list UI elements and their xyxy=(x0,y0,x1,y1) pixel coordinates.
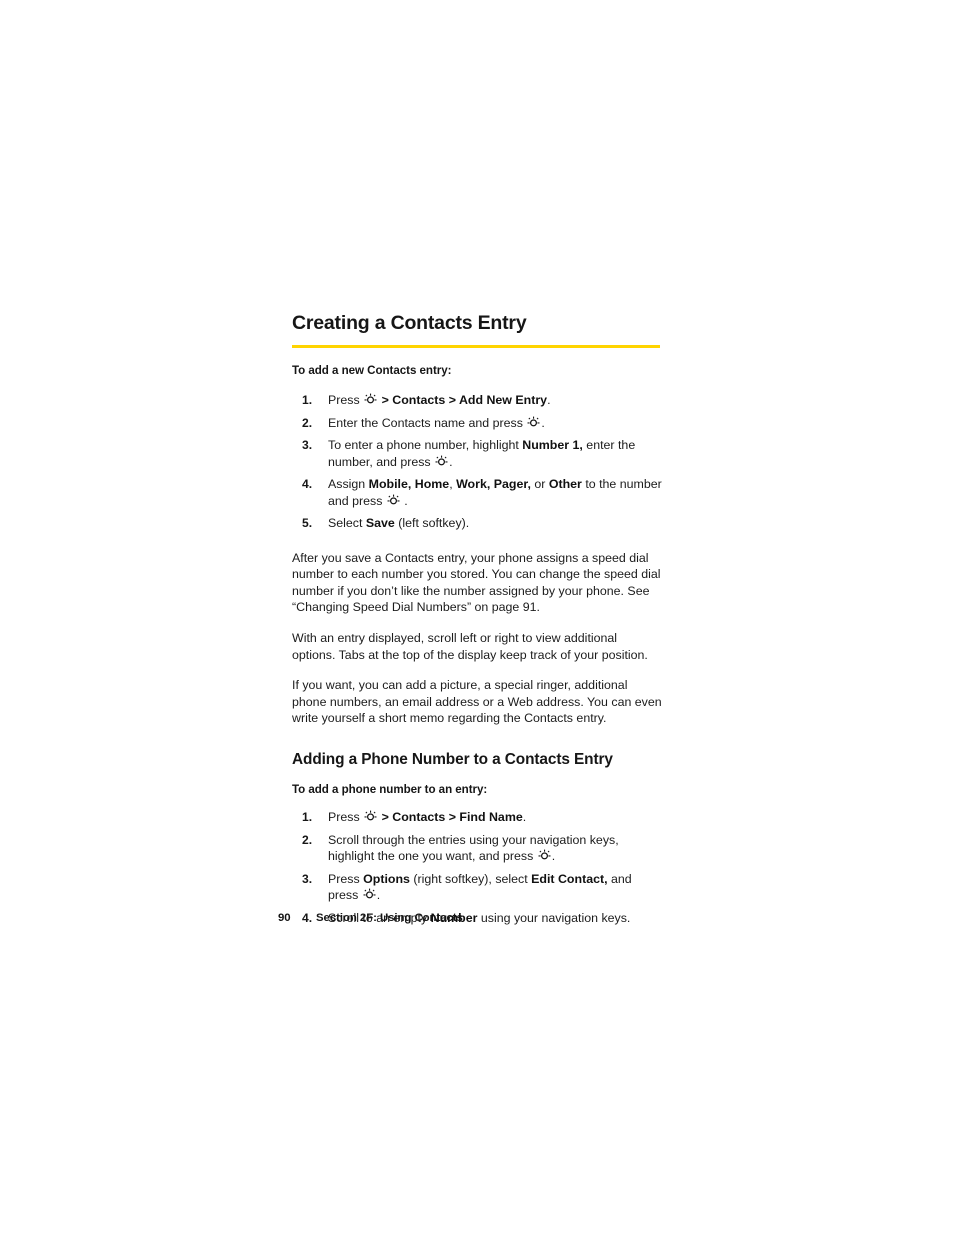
emphasis-term: > xyxy=(445,810,460,825)
ok-key-icon xyxy=(364,393,377,406)
document-page: Creating a Contacts Entry To add a new C… xyxy=(0,0,954,1235)
list-item-text: Assign Mobile, Home, Work, Pager, or Oth… xyxy=(328,477,662,508)
ok-key-icon xyxy=(527,416,540,429)
list-item-number: 2. xyxy=(302,832,313,847)
ok-key-icon xyxy=(387,494,400,507)
emphasis-term: Find Name xyxy=(459,810,523,825)
emphasis-term: > xyxy=(445,393,459,408)
emphasis-term: Other xyxy=(548,477,582,492)
list-item-number: 1. xyxy=(302,810,313,825)
list-item-number: 3. xyxy=(302,871,313,886)
page-title: Creating a Contacts Entry xyxy=(292,312,527,334)
emphasis-term: Contacts xyxy=(392,810,446,825)
section1-lead-in: To add a new Contacts entry: xyxy=(292,364,452,378)
list-item-text: Enter the Contacts name and press . xyxy=(328,415,545,430)
section1-paragraph-3: If you want, you can add a picture, a sp… xyxy=(292,678,662,726)
list-item: 4. Assign Mobile, Home, Work, Pager, or O… xyxy=(292,476,662,509)
list-item-text: Press > Contacts > Add New Entry. xyxy=(328,393,551,408)
page-footer: 90 Section 2F: Using Contacts xyxy=(278,912,698,924)
list-item-text: To enter a phone number, highlight Numbe… xyxy=(328,438,636,469)
list-item-text: Select Save (left softkey). xyxy=(328,516,470,531)
emphasis-term: Options xyxy=(363,871,410,886)
list-item-text: Scroll through the entries using your na… xyxy=(328,832,619,864)
list-item: 3. To enter a phone number, highlight Num… xyxy=(292,437,662,470)
ok-key-icon xyxy=(363,888,376,901)
emphasis-term: > xyxy=(378,810,393,825)
section1-step-list: 1. Press > Contacts > Add New Entry. 2. Ent… xyxy=(292,392,662,532)
section2-step-list: 1. Press > Contacts > Find Name. 2. Scroll … xyxy=(292,809,662,926)
list-item: 3. Press Options (right softkey), select … xyxy=(292,871,662,904)
page-content: Creating a Contacts Entry To add a new C… xyxy=(292,312,662,932)
emphasis-term: Work, Pager, xyxy=(456,477,531,492)
footer-section-label: Section 2F: Using Contacts xyxy=(316,912,463,924)
footer-page-number: 90 xyxy=(278,912,291,924)
emphasis-term: > xyxy=(378,393,393,408)
list-item-text: Press > Contacts > Find Name. xyxy=(328,810,527,825)
ok-key-icon xyxy=(435,455,448,468)
emphasis-term: Save xyxy=(365,516,395,531)
section2-title: Adding a Phone Number to a Contacts Entr… xyxy=(292,750,613,768)
emphasis-term: Contacts xyxy=(392,393,446,408)
emphasis-term: Edit Contact, xyxy=(531,871,608,886)
emphasis-term: Mobile, Home xyxy=(368,477,450,492)
section2-lead-in: To add a phone number to an entry: xyxy=(292,783,488,797)
list-item-text: Press Options (right softkey), select Ed… xyxy=(328,871,632,903)
list-item: 1. Press > Contacts > Find Name. xyxy=(292,809,662,826)
ok-key-icon xyxy=(538,849,551,862)
list-item-number: 1. xyxy=(302,393,313,408)
section1-paragraph-1: After you save a Contacts entry, your ph… xyxy=(292,550,661,615)
list-item: 5. Select Save (left softkey). xyxy=(292,515,662,532)
emphasis-term: Number 1, xyxy=(522,438,583,453)
list-item-number: 4. xyxy=(302,477,313,492)
list-item-number: 3. xyxy=(302,438,313,453)
list-item: 2. Scroll through the entries using your … xyxy=(292,832,662,865)
section1-paragraph-2: With an entry displayed, scroll left or … xyxy=(292,630,648,662)
emphasis-term: Add New Entry xyxy=(458,393,548,408)
list-item: 2. Enter the Contacts name and press . xyxy=(292,415,662,432)
list-item-number: 2. xyxy=(302,415,313,430)
list-item: 1. Press > Contacts > Add New Entry. xyxy=(292,392,662,409)
list-item-number: 5. xyxy=(302,516,313,531)
ok-key-icon xyxy=(364,810,377,823)
